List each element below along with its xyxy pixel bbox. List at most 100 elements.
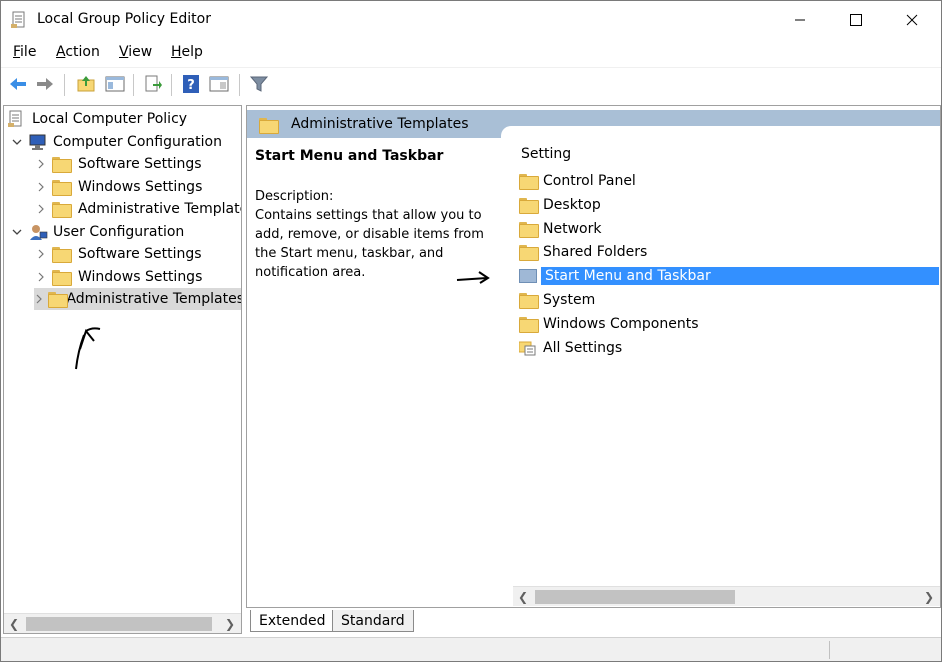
- navigation-tree[interactable]: Local Computer Policy Computer Configura…: [3, 105, 242, 634]
- forward-arrow-icon[interactable]: [35, 74, 55, 94]
- column-header-setting[interactable]: Setting: [521, 146, 571, 162]
- settings-horizontal-scrollbar[interactable]: ❮ ❯: [513, 586, 940, 606]
- chevron-right-icon[interactable]: [34, 292, 44, 306]
- folder-icon: [519, 222, 539, 238]
- menu-action[interactable]: Action: [56, 44, 100, 60]
- setting-item-all-settings[interactable]: All Settings: [517, 337, 939, 359]
- tree-item-uc-software-settings[interactable]: Software Settings: [34, 243, 202, 265]
- scroll-right-icon[interactable]: ❯: [921, 589, 937, 605]
- tree-label: Windows Settings: [78, 179, 203, 195]
- scrollbar-thumb[interactable]: [26, 617, 212, 631]
- tree-item-uc-windows-settings[interactable]: Windows Settings: [34, 266, 202, 288]
- main-window: Local Group Policy Editor File Action Vi…: [0, 0, 942, 662]
- chevron-right-icon[interactable]: [34, 202, 48, 216]
- chevron-right-icon[interactable]: [34, 180, 48, 194]
- tree-label: Computer Configuration: [53, 134, 222, 150]
- extended-view-icon[interactable]: [209, 74, 229, 94]
- description-text: Contains settings that allow you to add,…: [255, 208, 484, 280]
- setting-item-shared-folders[interactable]: Shared Folders: [517, 241, 939, 263]
- show-hide-tree-icon[interactable]: [105, 74, 125, 94]
- folder-icon: [519, 245, 539, 261]
- setting-item-network[interactable]: Network: [517, 218, 939, 240]
- folder-icon: [52, 202, 72, 218]
- minimize-button[interactable]: [777, 1, 823, 39]
- tree-label: Software Settings: [78, 246, 202, 262]
- menu-bar: File Action View Help: [1, 39, 941, 67]
- tree-item-computer-configuration[interactable]: Computer Configuration: [10, 131, 222, 153]
- folder-icon: [519, 198, 539, 214]
- setting-item-system[interactable]: System: [517, 289, 939, 311]
- tree-label: Local Computer Policy: [32, 111, 188, 127]
- export-list-icon[interactable]: [143, 74, 163, 94]
- setting-label: System: [543, 292, 596, 308]
- window-title: Local Group Policy Editor: [37, 11, 211, 27]
- folder-icon: [52, 180, 72, 196]
- tree-label: Software Settings: [78, 156, 202, 172]
- setting-item-desktop[interactable]: Desktop: [517, 194, 939, 216]
- tree-item-cc-windows-settings[interactable]: Windows Settings: [34, 176, 202, 198]
- setting-label: All Settings: [543, 340, 623, 356]
- tree-item-uc-administrative-templates[interactable]: Administrative Templates: [34, 288, 242, 310]
- scroll-left-icon[interactable]: ❮: [515, 589, 531, 605]
- folder-icon: [48, 292, 69, 308]
- back-arrow-icon[interactable]: [8, 74, 28, 94]
- tab-standard[interactable]: Standard: [332, 610, 414, 632]
- tree-label: Windows Settings: [78, 269, 203, 285]
- tree-item-cc-software-settings[interactable]: Software Settings: [34, 153, 202, 175]
- folder-icon: [519, 293, 539, 309]
- filter-icon[interactable]: [249, 74, 269, 94]
- policy-document-icon: [8, 110, 26, 128]
- setting-label: Control Panel: [543, 173, 636, 189]
- folder-icon: [519, 269, 537, 283]
- status-bar: [1, 637, 941, 661]
- tree-horizontal-scrollbar[interactable]: ❮ ❯: [4, 613, 241, 633]
- setting-label: Network: [543, 221, 602, 237]
- details-pane: Administrative Templates Start Menu and …: [246, 105, 941, 608]
- setting-label: Desktop: [543, 197, 601, 213]
- maximize-button[interactable]: [833, 1, 879, 39]
- setting-item-control-panel[interactable]: Control Panel: [517, 170, 939, 192]
- details-header-title: Administrative Templates: [291, 116, 469, 132]
- setting-item-windows-components[interactable]: Windows Components: [517, 313, 939, 335]
- policy-document-icon: [11, 11, 27, 29]
- setting-item-start-menu-and-taskbar[interactable]: Start Menu and Taskbar: [517, 265, 939, 287]
- menu-help[interactable]: Help: [171, 44, 203, 60]
- folder-icon: [519, 317, 539, 333]
- folder-icon: [52, 270, 72, 286]
- tree-label: Administrative Templates: [78, 201, 242, 217]
- toolbar: ?: [1, 67, 941, 101]
- tab-label: Standard: [341, 612, 405, 629]
- chevron-right-icon[interactable]: [34, 247, 48, 261]
- tree-item-user-configuration[interactable]: User Configuration: [10, 221, 184, 243]
- description-column: Start Menu and Taskbar Description: Cont…: [255, 148, 495, 282]
- up-folder-icon[interactable]: [76, 74, 96, 94]
- tree-label: Administrative Templates: [66, 291, 242, 307]
- chevron-right-icon[interactable]: [34, 270, 48, 284]
- svg-text:?: ?: [187, 78, 195, 93]
- description-label: Description:: [255, 189, 334, 204]
- tab-label: Extended: [259, 612, 326, 629]
- tree-item-local-computer-policy[interactable]: Local Computer Policy: [8, 108, 187, 130]
- all-settings-icon: [518, 340, 537, 356]
- chevron-down-icon[interactable]: [10, 135, 24, 149]
- view-tabs: Extended Standard: [246, 608, 941, 634]
- scroll-left-icon[interactable]: ❮: [6, 616, 22, 632]
- tree-label: User Configuration: [53, 224, 185, 240]
- close-button[interactable]: [889, 1, 935, 39]
- user-icon: [28, 223, 48, 241]
- tab-extended[interactable]: Extended: [250, 610, 335, 632]
- setting-label: Windows Components: [543, 316, 699, 332]
- tree-item-cc-administrative-templates[interactable]: Administrative Templates: [34, 198, 242, 220]
- title-bar[interactable]: Local Group Policy Editor: [1, 1, 941, 39]
- menu-file[interactable]: File: [13, 44, 36, 60]
- help-icon[interactable]: ?: [181, 74, 201, 94]
- scrollbar-thumb[interactable]: [535, 590, 735, 604]
- scroll-right-icon[interactable]: ❯: [222, 616, 238, 632]
- handwritten-arrow-up-icon: [75, 327, 101, 370]
- folder-icon: [52, 157, 72, 173]
- selected-item-title: Start Menu and Taskbar: [255, 148, 444, 164]
- menu-view[interactable]: View: [119, 44, 152, 60]
- folder-icon: [259, 118, 279, 134]
- chevron-down-icon[interactable]: [10, 225, 24, 239]
- chevron-right-icon[interactable]: [34, 157, 48, 171]
